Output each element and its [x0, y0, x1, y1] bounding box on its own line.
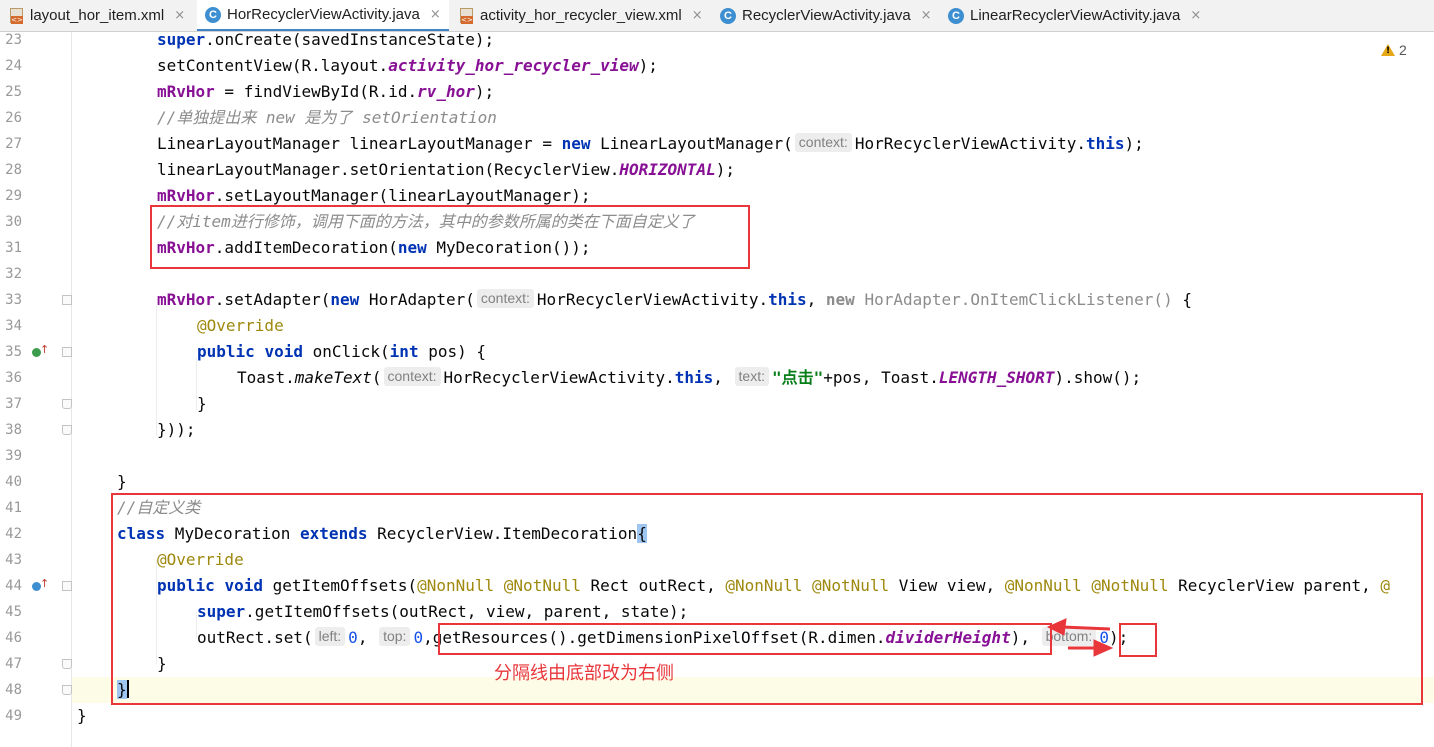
annotation-note: 分隔线由底部改为右侧 — [494, 663, 674, 684]
arrow-right-icon — [1093, 639, 1114, 657]
arrow-left-icon — [1046, 618, 1067, 636]
annotation-arrows — [1046, 618, 1114, 657]
